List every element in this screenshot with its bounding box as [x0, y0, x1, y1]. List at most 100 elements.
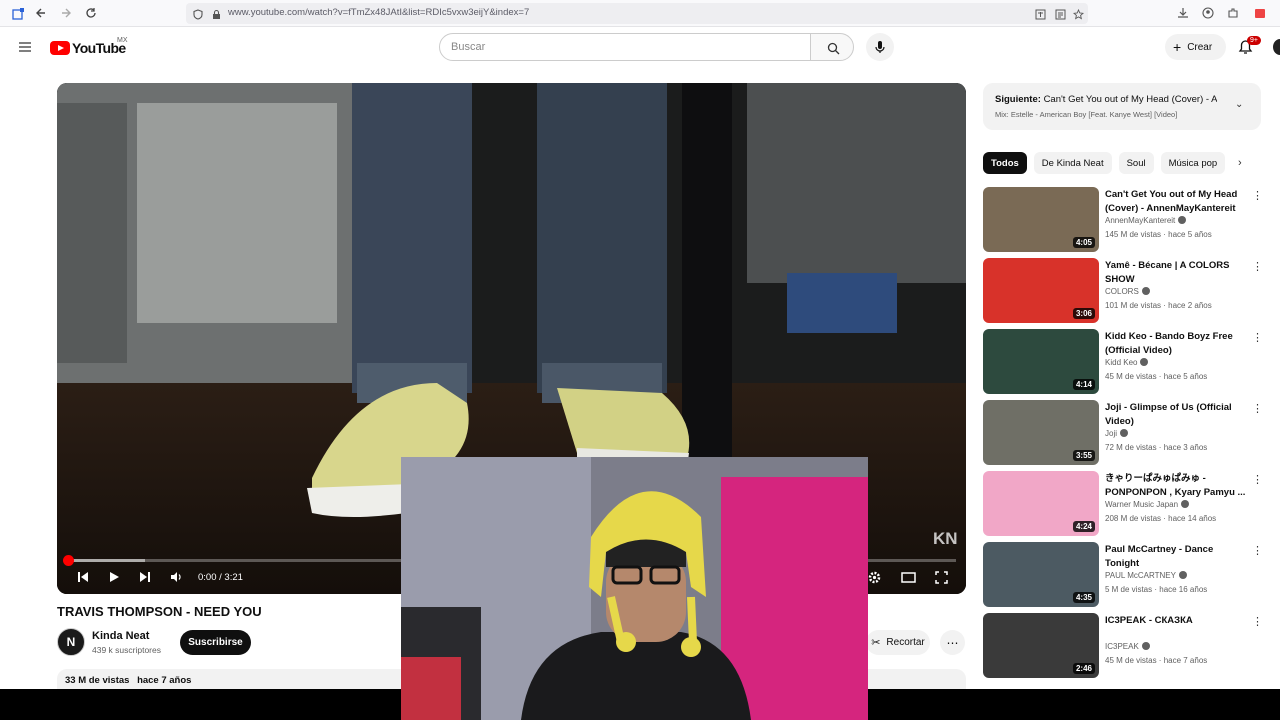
- view-count: 33 M de vistas: [65, 675, 130, 686]
- bookmark-star-icon[interactable]: [1070, 6, 1086, 22]
- filter-chips: Todos De Kinda Neat Soul Música pop: [983, 152, 1226, 174]
- recommendation-item[interactable]: 4:35 Paul McCartney - Dance Tonight PAUL…: [983, 542, 1263, 608]
- recommendation-title[interactable]: IC3PEAK - СКАЗКА: [1105, 614, 1247, 628]
- more-vertical-icon[interactable]: ⋮: [1252, 473, 1263, 486]
- verified-icon: [1178, 571, 1187, 579]
- video-thumbnail[interactable]: 3:55: [983, 400, 1099, 465]
- up-next-prefix: Siguiente:: [995, 94, 1041, 105]
- menu-icon[interactable]: [1252, 5, 1268, 21]
- verified-icon: [1140, 358, 1149, 366]
- recommendation-title[interactable]: Paul McCartney - Dance Tonight: [1105, 543, 1247, 570]
- lock-icon[interactable]: [208, 6, 224, 22]
- channel-label: Warner Music Japan: [1105, 500, 1179, 509]
- video-thumbnail[interactable]: 4:35: [983, 542, 1099, 607]
- translate-icon[interactable]: [1032, 6, 1048, 22]
- forward-icon[interactable]: [58, 5, 74, 21]
- reader-mode-icon[interactable]: [1052, 6, 1068, 22]
- recommendation-meta: 145 M de vistas · hace 5 años: [1105, 230, 1212, 239]
- video-thumbnail[interactable]: 4:14: [983, 329, 1099, 394]
- fullscreen-icon[interactable]: [933, 569, 949, 585]
- recommendation-title[interactable]: Can't Get You out of My Head (Cover) - A…: [1105, 188, 1247, 215]
- recommendation-meta: 101 M de vistas · hace 2 años: [1105, 301, 1212, 310]
- progress-scrubber[interactable]: [63, 555, 74, 566]
- chip-musica-pop[interactable]: Música pop: [1160, 152, 1226, 174]
- video-meta: 33 M de vistas hace 7 años: [65, 675, 196, 686]
- channel-avatar-initials: N: [66, 635, 76, 649]
- search-placeholder: Buscar: [451, 41, 486, 53]
- more-vertical-icon[interactable]: ⋮: [1252, 331, 1263, 344]
- previous-icon[interactable]: [75, 569, 91, 585]
- chip-kinda-neat[interactable]: De Kinda Neat: [1033, 152, 1112, 174]
- shield-icon[interactable]: [190, 6, 206, 22]
- recommendation-title[interactable]: Joji - Glimpse of Us (Official Video): [1105, 401, 1247, 428]
- back-icon[interactable]: [33, 5, 49, 21]
- more-vertical-icon[interactable]: ⋮: [1252, 544, 1263, 557]
- extensions-icon[interactable]: [1225, 5, 1241, 21]
- subscribe-button[interactable]: Suscribirse: [180, 630, 251, 655]
- notifications-badge: 9+: [1247, 36, 1261, 45]
- recommendation-title[interactable]: きゃりーぱみゅぱみゅ - PONPONPON , Kyary Pamyu ...: [1105, 472, 1247, 499]
- video-thumbnail[interactable]: 3:06: [983, 258, 1099, 323]
- settings-gear-icon[interactable]: [866, 569, 882, 585]
- plus-icon: +: [1173, 39, 1182, 55]
- channel-label: Kidd Keo: [1105, 358, 1138, 367]
- recommendation-channel: Joji: [1105, 429, 1129, 438]
- channel-name[interactable]: Kinda Neat: [92, 630, 149, 642]
- channel-label: PAUL McCARTNEY: [1105, 571, 1176, 580]
- user-avatar[interactable]: [1273, 39, 1280, 55]
- video-thumbnail[interactable]: 4:05: [983, 187, 1099, 252]
- recommendation-item[interactable]: 4:14 Kidd Keo - Bando Boyz Free (Officia…: [983, 329, 1263, 395]
- more-vertical-icon[interactable]: ⋮: [1252, 615, 1263, 628]
- region-code: MX: [117, 37, 128, 44]
- next-icon[interactable]: [137, 569, 153, 585]
- more-horizontal-icon: ⋯: [946, 635, 959, 650]
- theater-mode-icon[interactable]: [900, 569, 916, 585]
- chevron-down-icon[interactable]: ⌄: [1235, 99, 1243, 110]
- recommendation-item[interactable]: 4:05 Can't Get You out of My Head (Cover…: [983, 187, 1263, 253]
- play-icon[interactable]: [106, 569, 122, 585]
- up-next-card[interactable]: Siguiente: Can't Get You out of My Head …: [983, 83, 1261, 130]
- recommendation-title[interactable]: Kidd Keo - Bando Boyz Free (Official Vid…: [1105, 330, 1247, 357]
- recommendation-item[interactable]: 3:06 Yamê - Bécane | A COLORS SHOW COLOR…: [983, 258, 1263, 324]
- create-button[interactable]: + Crear: [1165, 34, 1226, 60]
- up-next-title-line: Siguiente: Can't Get You out of My Head …: [995, 94, 1217, 105]
- youtube-logo[interactable]: YouTube: [50, 40, 126, 56]
- hamburger-menu-icon[interactable]: [17, 39, 33, 55]
- youtube-play-logo-icon: [50, 41, 70, 55]
- more-vertical-icon[interactable]: ⋮: [1252, 189, 1263, 202]
- clip-button[interactable]: ✂ Recortar: [866, 630, 930, 655]
- search-input[interactable]: Buscar: [439, 33, 811, 61]
- account-icon[interactable]: [1200, 5, 1216, 21]
- recommendation-channel: AnnenMayKantereit: [1105, 216, 1187, 225]
- reload-icon[interactable]: [83, 5, 99, 21]
- voice-search-button[interactable]: [866, 33, 894, 61]
- create-label: Crear: [1187, 41, 1213, 53]
- tabs-icon[interactable]: [10, 5, 26, 21]
- downloads-icon[interactable]: [1175, 5, 1191, 21]
- search-button[interactable]: [810, 33, 854, 61]
- clip-label: Recortar: [886, 637, 925, 648]
- duration-badge: 2:46: [1072, 663, 1095, 674]
- recommendation-channel: PAUL McCARTNEY: [1105, 571, 1187, 580]
- recommendation-item[interactable]: 3:55 Joji - Glimpse of Us (Official Vide…: [983, 400, 1263, 466]
- scissors-icon: ✂: [871, 637, 881, 649]
- recommendation-item[interactable]: 4:24 きゃりーぱみゅぱみゅ - PONPONPON , Kyary Pamy…: [983, 471, 1263, 537]
- chip-todos[interactable]: Todos: [983, 152, 1027, 174]
- video-title: TRAVIS THOMPSON - NEED YOU: [57, 604, 262, 619]
- more-actions-button[interactable]: ⋯: [940, 630, 965, 655]
- chevron-right-icon[interactable]: ›: [1238, 157, 1242, 169]
- more-vertical-icon[interactable]: ⋮: [1252, 260, 1263, 273]
- channel-avatar[interactable]: N: [57, 628, 85, 656]
- chip-soul[interactable]: Soul: [1118, 152, 1154, 174]
- more-vertical-icon[interactable]: ⋮: [1252, 402, 1263, 415]
- video-thumbnail[interactable]: 4:24: [983, 471, 1099, 536]
- video-thumbnail[interactable]: 2:46: [983, 613, 1099, 678]
- channel-watermark[interactable]: KN: [933, 529, 958, 549]
- recommendation-item[interactable]: 2:46 IC3PEAK - СКАЗКА IC3PEAK 45 M de vi…: [983, 613, 1263, 679]
- up-next-title: Can't Get You out of My Head (Cover) - A…: [1043, 94, 1217, 105]
- channel-label: AnnenMayKantereit: [1105, 216, 1176, 225]
- volume-icon[interactable]: [168, 569, 184, 585]
- youtube-header: YouTube MX Buscar + Crear 9+: [0, 27, 1280, 67]
- recommendation-title[interactable]: Yamê - Bécane | A COLORS SHOW: [1105, 259, 1247, 286]
- address-bar[interactable]: www.youtube.com/watch?v=fTmZx48JAtI&list…: [186, 3, 1088, 24]
